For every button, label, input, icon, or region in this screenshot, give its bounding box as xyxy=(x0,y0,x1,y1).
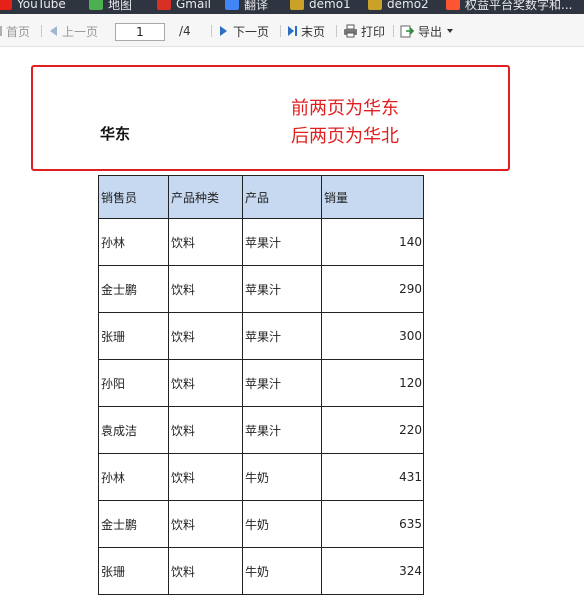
cell-category: 饮料 xyxy=(168,312,243,360)
annotation-box xyxy=(31,65,510,171)
chevron-down-icon xyxy=(447,29,454,33)
cell-product: 苹果汁 xyxy=(242,312,322,360)
annotation-line-1: 前两页为华东 xyxy=(291,98,399,119)
cell-product: 苹果汁 xyxy=(242,265,322,313)
column-header-product: 产品 xyxy=(242,175,322,219)
image-icon xyxy=(368,0,382,10)
prev-page-label: 上一页 xyxy=(62,24,99,39)
bookmark-label: demo1 xyxy=(309,0,351,11)
table-row: 金士鹏 饮料 牛奶 635 xyxy=(98,500,424,548)
cell-quantity: 140 xyxy=(321,218,424,266)
bookmark-demo2[interactable]: demo2 xyxy=(368,0,429,14)
cell-category: 饮料 xyxy=(168,547,243,595)
bookmark-maps[interactable]: 地图 xyxy=(89,0,132,14)
bookmark-label: YouTube xyxy=(17,0,66,11)
toolbar-divider xyxy=(41,25,42,37)
cell-quantity: 220 xyxy=(321,406,424,454)
last-page-icon xyxy=(288,26,297,36)
cell-product: 牛奶 xyxy=(242,500,322,548)
cell-product: 苹果汁 xyxy=(242,218,322,266)
csdn-icon xyxy=(446,0,460,10)
table-row: 孙林 饮料 苹果汁 140 xyxy=(98,218,424,266)
bookmark-youtube[interactable]: YouTube xyxy=(0,0,66,14)
export-button[interactable]: 导出 xyxy=(400,22,454,40)
cell-category: 饮料 xyxy=(168,500,243,548)
cell-product: 牛奶 xyxy=(242,453,322,501)
toolbar-divider xyxy=(211,25,212,37)
youtube-icon xyxy=(0,0,12,10)
cell-salesperson: 张珊 xyxy=(98,547,169,595)
region-title: 华东 xyxy=(100,125,131,143)
annotation-line-2: 后两页为华北 xyxy=(291,126,399,147)
cell-category: 饮料 xyxy=(168,453,243,501)
printer-icon xyxy=(344,24,357,38)
cell-product: 苹果汁 xyxy=(242,406,322,454)
report-toolbar: 首页 上一页 /4 下一页 末页 打印 导出 xyxy=(0,14,584,47)
next-page-icon xyxy=(220,26,227,36)
cell-salesperson: 张珊 xyxy=(98,312,169,360)
toolbar-divider xyxy=(336,25,337,37)
cell-salesperson: 袁成洁 xyxy=(98,406,169,454)
bookmark-label: 权益平台奖数字和... xyxy=(465,0,573,12)
cell-salesperson: 孙林 xyxy=(98,218,169,266)
prev-page-button[interactable]: 上一页 xyxy=(50,22,98,40)
bookmark-csdn[interactable]: 权益平台奖数字和... xyxy=(446,0,572,14)
cell-quantity: 120 xyxy=(321,359,424,407)
cell-category: 饮料 xyxy=(168,406,243,454)
cell-quantity: 635 xyxy=(321,500,424,548)
cell-category: 饮料 xyxy=(168,218,243,266)
bookmark-label: 翻译 xyxy=(244,0,269,12)
column-header-quantity: 销量 xyxy=(321,175,424,219)
cell-product: 牛奶 xyxy=(242,547,322,595)
next-page-label: 下一页 xyxy=(233,24,270,39)
cell-category: 饮料 xyxy=(168,265,243,313)
total-pages: /4 xyxy=(179,24,191,38)
first-page-icon xyxy=(0,26,2,36)
export-label: 导出 xyxy=(418,24,443,39)
table-row: 孙阳 饮料 苹果汁 120 xyxy=(98,359,424,407)
cell-quantity: 431 xyxy=(321,453,424,501)
bookmark-label: demo2 xyxy=(387,0,429,11)
cell-quantity: 300 xyxy=(321,312,424,360)
bookmark-label: Gmail xyxy=(176,0,212,11)
next-page-button[interactable]: 下一页 xyxy=(220,22,269,40)
image-icon xyxy=(290,0,304,10)
cell-category: 饮料 xyxy=(168,359,243,407)
table-row: 金士鹏 饮料 苹果汁 290 xyxy=(98,265,424,313)
cell-product: 苹果汁 xyxy=(242,359,322,407)
bookmark-translate[interactable]: 翻译 xyxy=(225,0,268,14)
cell-salesperson: 金士鹏 xyxy=(98,500,169,548)
prev-page-icon xyxy=(50,26,57,36)
last-page-label: 末页 xyxy=(301,24,326,39)
print-button[interactable]: 打印 xyxy=(343,22,385,40)
cell-salesperson: 金士鹏 xyxy=(98,265,169,313)
page-number-input[interactable] xyxy=(115,23,165,41)
cell-quantity: 324 xyxy=(321,547,424,595)
export-icon xyxy=(400,25,415,38)
cell-salesperson: 孙阳 xyxy=(98,359,169,407)
table-header-row: 销售员 产品种类 产品 销量 xyxy=(98,175,424,219)
table-row: 孙林 饮料 牛奶 431 xyxy=(98,453,424,501)
toolbar-divider xyxy=(280,25,281,37)
bookmark-demo1[interactable]: demo1 xyxy=(290,0,351,14)
last-page-button[interactable]: 末页 xyxy=(288,22,325,40)
gmail-icon xyxy=(157,0,171,10)
bookmark-label: 地图 xyxy=(108,0,133,12)
maps-icon xyxy=(89,0,103,10)
table-row: 张珊 饮料 苹果汁 300 xyxy=(98,312,424,360)
table-row: 袁成洁 饮料 苹果汁 220 xyxy=(98,406,424,454)
first-page-label: 首页 xyxy=(6,24,31,39)
bookmark-gmail[interactable]: Gmail xyxy=(157,0,211,14)
first-page-button[interactable]: 首页 xyxy=(0,22,30,40)
cell-salesperson: 孙林 xyxy=(98,453,169,501)
column-header-salesperson: 销售员 xyxy=(98,175,169,219)
toolbar-divider xyxy=(393,25,394,37)
cell-quantity: 290 xyxy=(321,265,424,313)
column-header-category: 产品种类 xyxy=(168,175,243,219)
translate-icon xyxy=(225,0,239,10)
table-row: 张珊 饮料 牛奶 324 xyxy=(98,547,424,595)
print-label: 打印 xyxy=(361,24,386,39)
bookmarks-bar: YouTube 地图 Gmail 翻译 demo1 demo2 权益平台奖数字和… xyxy=(0,0,584,14)
sales-table: 销售员 产品种类 产品 销量 孙林 饮料 苹果汁 140 金士鹏 饮料 苹果汁 290 张珊 饮料… xyxy=(98,175,424,595)
